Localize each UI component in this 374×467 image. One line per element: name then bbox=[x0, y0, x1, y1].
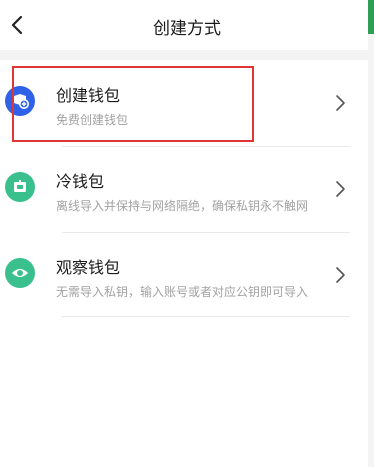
chevron-right-icon bbox=[336, 95, 345, 111]
page-title: 创建方式 bbox=[153, 19, 221, 39]
divider bbox=[62, 316, 350, 317]
list-item-cold-wallet[interactable]: 冷钱包 离线导入并保持与网络隔绝，确保私钥永不触网 bbox=[0, 146, 368, 232]
highlight-box bbox=[12, 66, 254, 142]
item-subtitle: 离线导入并保持与网络隔绝，确保私钥永不触网 bbox=[56, 199, 309, 213]
item-title: 冷钱包 bbox=[56, 172, 105, 191]
item-subtitle: 无需导入私钥，输入账号或者对应公钥即可导入 bbox=[56, 285, 309, 299]
eye-icon bbox=[5, 258, 35, 288]
list-item-watch-wallet[interactable]: 观察钱包 无需导入私钥，输入账号或者对应公钥即可导入 bbox=[0, 232, 368, 318]
chevron-right-icon bbox=[336, 181, 345, 197]
cold-wallet-icon bbox=[5, 172, 35, 202]
header-bar: 创建方式 bbox=[0, 0, 374, 50]
right-edge-strip bbox=[368, 34, 374, 467]
item-title: 观察钱包 bbox=[56, 258, 121, 277]
chevron-right-icon bbox=[336, 267, 345, 283]
accent-bar bbox=[368, 0, 374, 34]
section-gap bbox=[0, 50, 368, 60]
